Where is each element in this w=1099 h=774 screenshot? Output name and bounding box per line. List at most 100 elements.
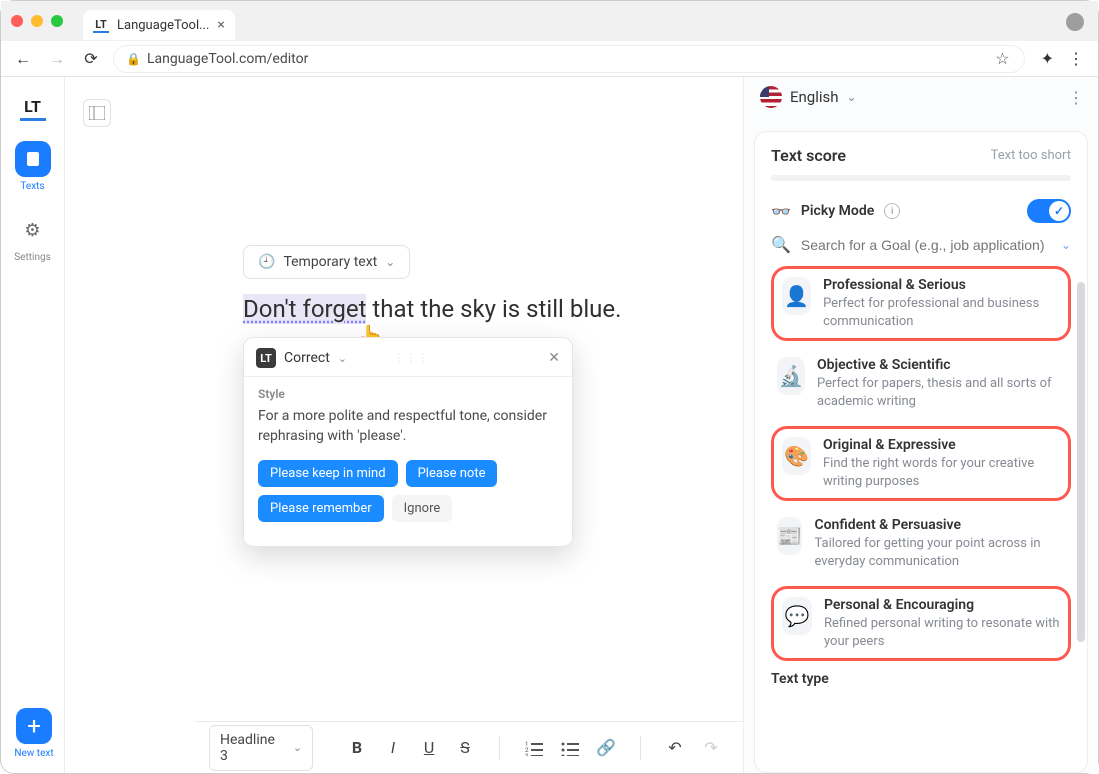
panel-toggle-icon[interactable] bbox=[83, 99, 111, 127]
separator bbox=[640, 736, 641, 760]
url-text: LanguageTool.com/editor bbox=[147, 51, 308, 67]
goal-desc: Refined personal writing to resonate wit… bbox=[824, 615, 1060, 650]
goal-title: Original & Expressive bbox=[823, 437, 1060, 453]
editor-content[interactable]: Don't forget that the sky is still blue. bbox=[243, 295, 621, 323]
extensions-icon[interactable]: ✦ bbox=[1041, 49, 1054, 68]
flag-us-icon bbox=[760, 86, 782, 108]
goal-title: Confident & Persuasive bbox=[814, 517, 1065, 533]
language-label: English bbox=[790, 88, 839, 106]
sidebar-texts-label: Texts bbox=[20, 181, 44, 192]
separator bbox=[499, 736, 500, 760]
editor-area: 🕘 Temporary text ⌄ Don't forget that the… bbox=[65, 77, 743, 773]
document-icon bbox=[24, 150, 42, 168]
goal-icon: 👤 bbox=[782, 277, 811, 315]
suggestion-chip[interactable]: Please remember bbox=[258, 495, 384, 522]
redo-button[interactable]: ↷ bbox=[693, 730, 729, 766]
strikethrough-button[interactable]: S bbox=[447, 730, 483, 766]
ignore-button[interactable]: Ignore bbox=[392, 495, 453, 522]
close-popup-icon[interactable]: ✕ bbox=[548, 350, 560, 366]
info-icon[interactable]: i bbox=[884, 203, 900, 219]
undo-button[interactable]: ↶ bbox=[657, 730, 693, 766]
score-card: Text score Text too short 👓 Picky Mode i… bbox=[754, 131, 1088, 773]
close-tab-icon[interactable]: × bbox=[217, 17, 224, 33]
chevron-down-icon: ⌄ bbox=[293, 741, 302, 754]
suggestion-chip[interactable]: Please note bbox=[406, 460, 498, 487]
app-logo[interactable]: LT bbox=[20, 95, 46, 121]
svg-text:3: 3 bbox=[525, 753, 528, 756]
goal-icon: 💬 bbox=[782, 597, 812, 635]
popup-section-label: Style bbox=[258, 387, 558, 401]
plus-icon: + bbox=[16, 708, 52, 744]
forward-button[interactable]: → bbox=[45, 49, 69, 69]
italic-button[interactable]: I bbox=[375, 730, 411, 766]
popup-description: For a more polite and respectful tone, c… bbox=[258, 407, 558, 446]
goal-icon: 🎨 bbox=[782, 437, 811, 475]
drag-handle-icon[interactable]: ⋮⋮⋮ bbox=[394, 353, 430, 364]
right-panel: English ⌄ ⋮ Text score Text too short 👓 … bbox=[743, 77, 1098, 773]
lt-badge-icon: LT bbox=[256, 348, 276, 368]
picky-toggle[interactable] bbox=[1027, 199, 1071, 223]
bold-button[interactable]: B bbox=[339, 730, 375, 766]
picky-label: Picky Mode bbox=[801, 203, 874, 219]
scrollbar[interactable] bbox=[1077, 282, 1085, 642]
window-controls bbox=[11, 15, 63, 27]
document-title-chip[interactable]: 🕘 Temporary text ⌄ bbox=[243, 245, 410, 279]
close-window[interactable] bbox=[11, 15, 23, 27]
picky-mode-row: 👓 Picky Mode i bbox=[771, 199, 1071, 223]
reload-button[interactable]: ⟳ bbox=[79, 49, 103, 68]
text-type-label: Text type bbox=[771, 671, 1071, 687]
goal-title: Personal & Encouraging bbox=[824, 597, 1060, 613]
favicon-icon: LT bbox=[93, 17, 109, 33]
chevron-down-icon: ⌄ bbox=[847, 90, 857, 104]
new-text-label: New text bbox=[14, 748, 53, 759]
goal-search-input[interactable] bbox=[799, 236, 1071, 254]
numbered-list-button[interactable]: 123 bbox=[516, 730, 552, 766]
goal-title: Professional & Serious bbox=[823, 277, 1060, 293]
link-button[interactable]: 🔗 bbox=[588, 730, 624, 766]
underline-button[interactable]: U bbox=[411, 730, 447, 766]
sidebar-settings[interactable]: ⚙ Settings bbox=[14, 212, 51, 263]
chevron-down-icon: ⌄ bbox=[385, 255, 395, 269]
suggestion-popup: LT Correct ⌄ ⋮⋮⋮ ✕ Style For a more poli… bbox=[243, 337, 573, 547]
goal-icon: 🔬 bbox=[777, 357, 805, 395]
left-sidebar: LT Texts ⚙ Settings bbox=[1, 77, 65, 773]
lock-icon: 🔒 bbox=[126, 52, 141, 66]
gear-icon: ⚙ bbox=[14, 212, 50, 248]
goal-item[interactable]: 🎨 Original & Expressive Find the right w… bbox=[771, 426, 1071, 501]
goal-icon: 📰 bbox=[777, 517, 802, 555]
browser-tab[interactable]: LT LanguageTool... × bbox=[83, 10, 235, 40]
suggestion-chip[interactable]: Please keep in mind bbox=[258, 460, 398, 487]
goal-desc: Perfect for papers, thesis and all sorts… bbox=[817, 375, 1065, 410]
glasses-icon: 👓 bbox=[771, 202, 791, 221]
bookmark-icon[interactable]: ☆ bbox=[995, 49, 1009, 68]
window-titlebar: LT LanguageTool... × bbox=[1, 1, 1098, 41]
profile-avatar[interactable] bbox=[1066, 13, 1084, 31]
new-text-button[interactable]: + New text bbox=[11, 708, 57, 759]
suggestion-chips: Please keep in mind Please note Please r… bbox=[258, 460, 558, 522]
bullet-list-button[interactable] bbox=[552, 730, 588, 766]
panel-menu-icon[interactable]: ⋮ bbox=[1068, 88, 1084, 107]
minimize-window[interactable] bbox=[31, 15, 43, 27]
goal-search[interactable]: 🔍 ⌄ bbox=[771, 235, 1071, 254]
goal-item[interactable]: 💬 Personal & Encouraging Refined persona… bbox=[771, 586, 1071, 661]
goal-desc: Tailored for getting your point across i… bbox=[814, 535, 1065, 570]
style-select[interactable]: Headline 3 ⌄ bbox=[209, 725, 313, 771]
goal-item[interactable]: 👤 Professional & Serious Perfect for pro… bbox=[771, 266, 1071, 341]
highlighted-text[interactable]: Don't forget bbox=[243, 294, 366, 324]
format-toolbar: Headline 3 ⌄ B I U S 123 🔗 ↶ bbox=[195, 721, 743, 773]
goal-item[interactable]: 🔬 Objective & Scientific Perfect for pap… bbox=[771, 349, 1071, 418]
document-title: Temporary text bbox=[283, 254, 377, 270]
maximize-window[interactable] bbox=[51, 15, 63, 27]
goal-desc: Find the right words for your creative w… bbox=[823, 455, 1060, 490]
score-subtitle: Text too short bbox=[991, 148, 1071, 163]
back-button[interactable]: ← bbox=[11, 49, 35, 69]
sidebar-texts[interactable]: Texts bbox=[15, 141, 51, 192]
chevron-down-icon[interactable]: ⌄ bbox=[338, 352, 347, 365]
language-selector[interactable]: English ⌄ ⋮ bbox=[744, 77, 1098, 117]
goal-item[interactable]: 📰 Confident & Persuasive Tailored for ge… bbox=[771, 509, 1071, 578]
chevron-down-icon[interactable]: ⌄ bbox=[1061, 238, 1071, 252]
browser-menu-icon[interactable]: ⋮ bbox=[1064, 49, 1088, 68]
browser-toolbar: ← → ⟳ 🔒 LanguageTool.com/editor ☆ ✦ ⋮ bbox=[1, 41, 1098, 77]
address-bar[interactable]: 🔒 LanguageTool.com/editor ☆ bbox=[113, 45, 1025, 73]
goal-desc: Perfect for professional and business co… bbox=[823, 295, 1060, 330]
